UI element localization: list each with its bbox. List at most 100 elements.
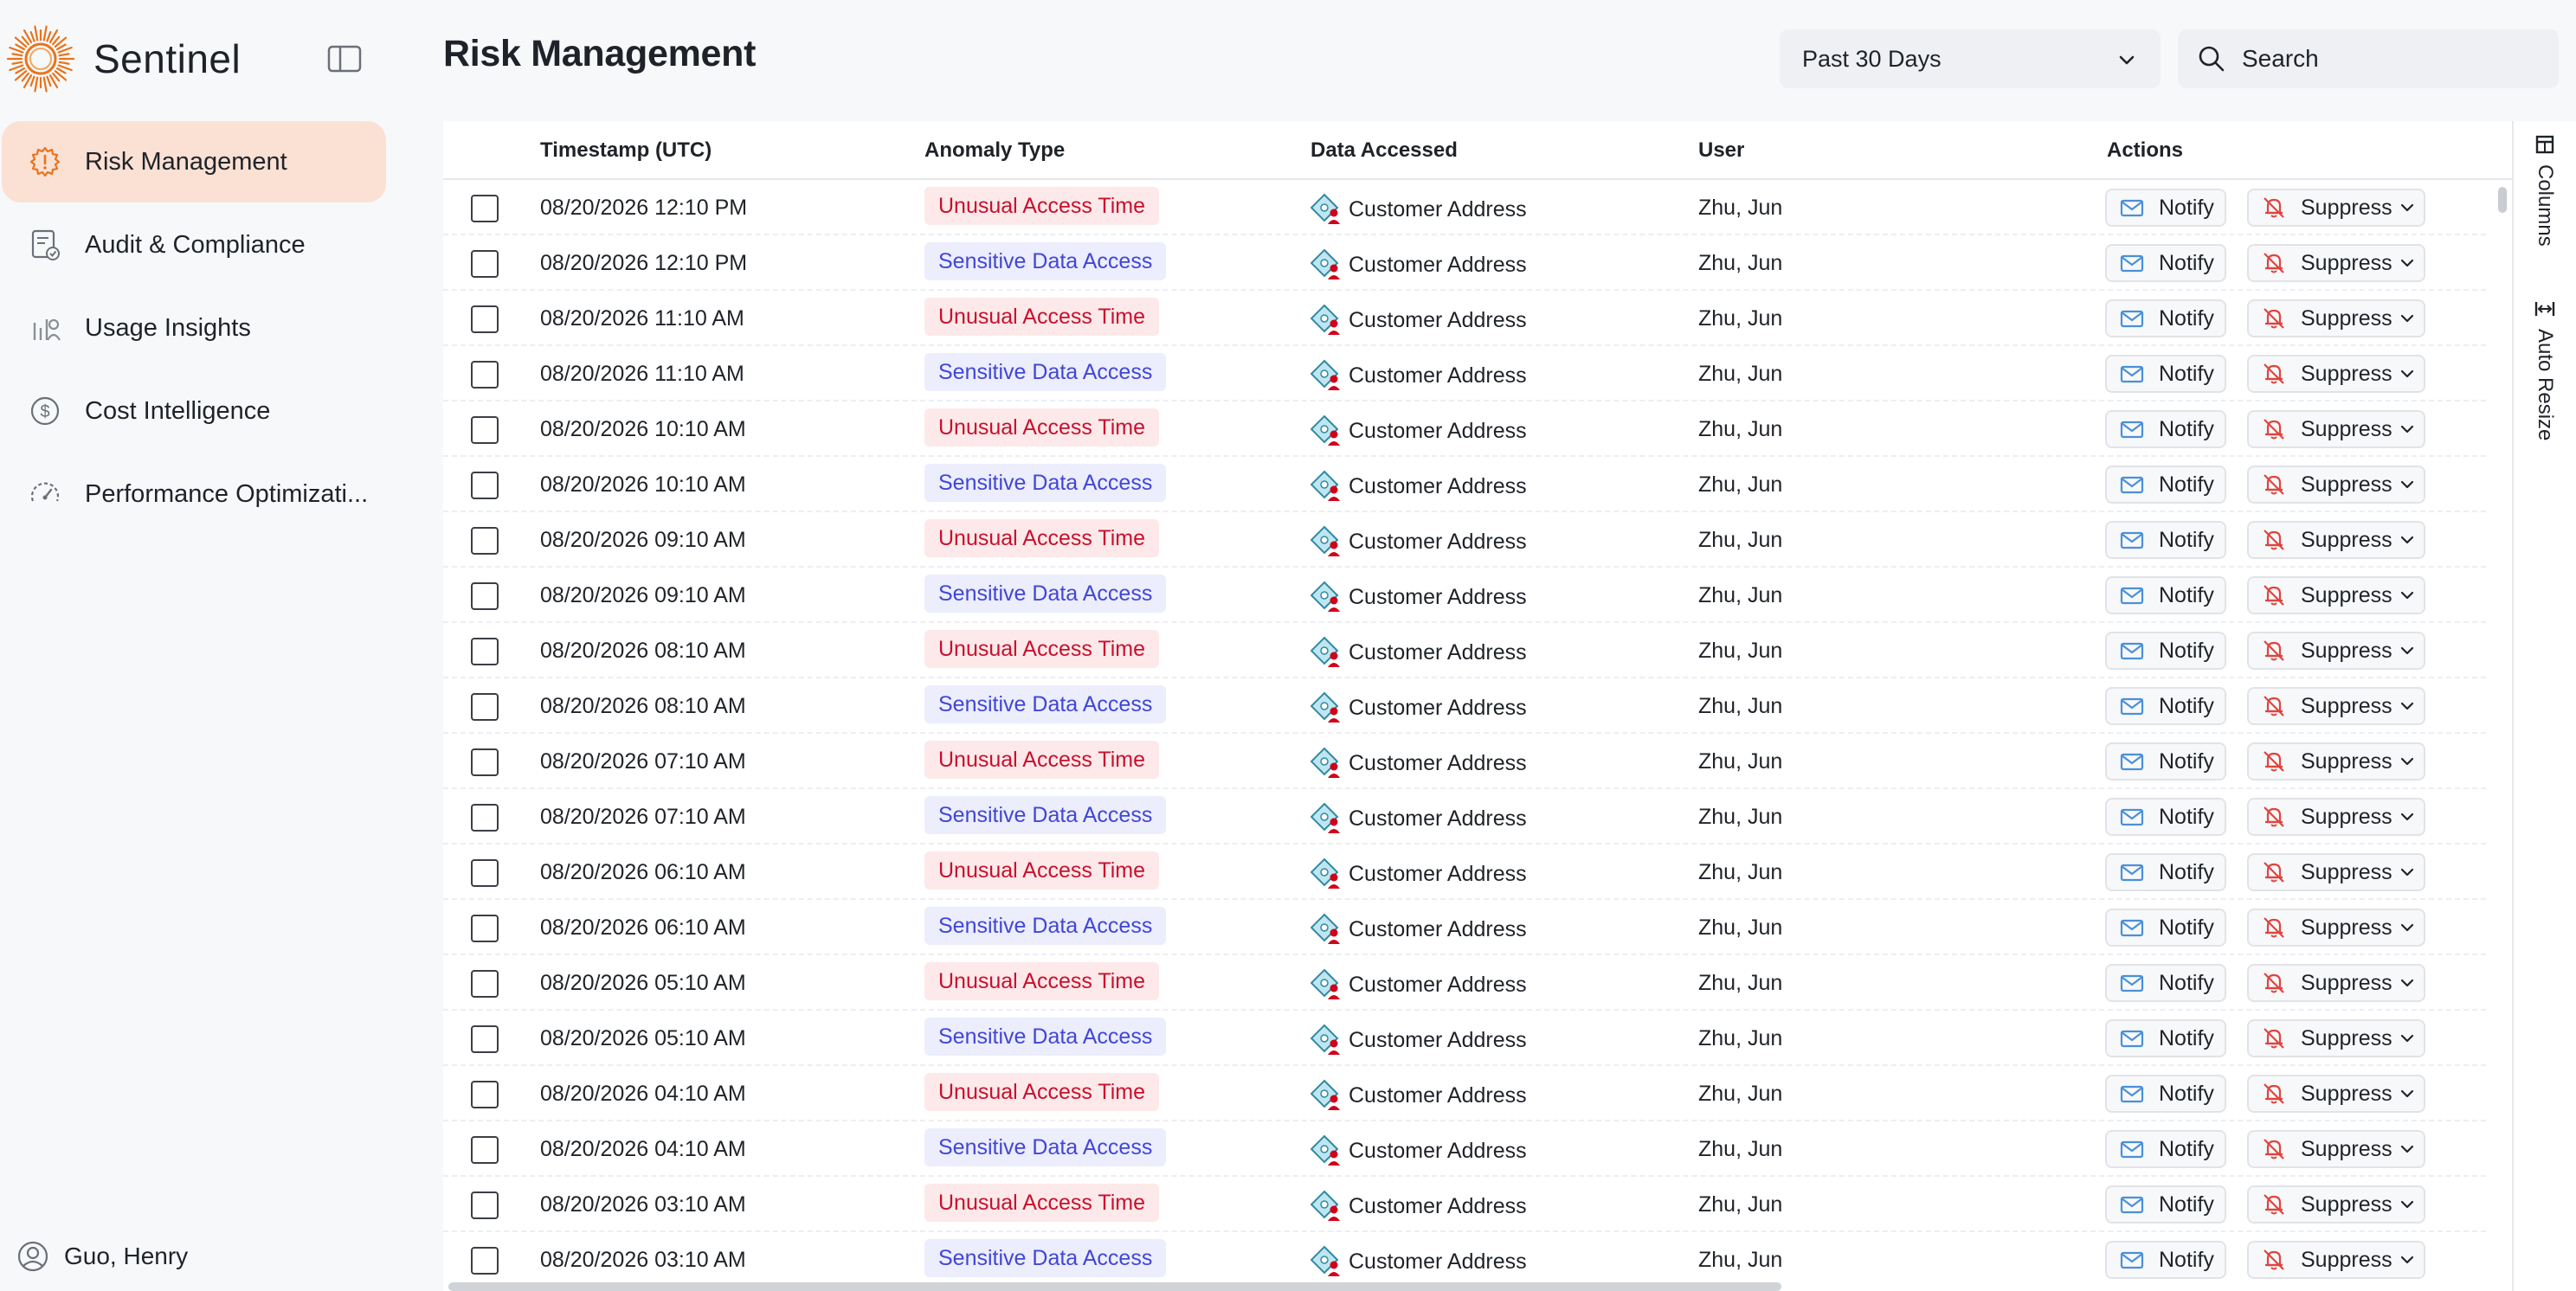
- row-checkbox[interactable]: [471, 582, 499, 610]
- notify-button[interactable]: Notify: [2105, 355, 2226, 393]
- column-header-anomaly-type[interactable]: Anomaly Type: [924, 138, 1065, 163]
- search-input[interactable]: [2242, 45, 2553, 73]
- row-checkbox[interactable]: [471, 1247, 499, 1275]
- row-checkbox[interactable]: [471, 250, 499, 278]
- row-checkbox[interactable]: [471, 1136, 499, 1164]
- notify-button[interactable]: Notify: [2105, 909, 2226, 947]
- row-checkbox[interactable]: [471, 748, 499, 776]
- suppress-dropdown-button[interactable]: Suppress: [2247, 853, 2425, 891]
- notify-button[interactable]: Notify: [2105, 798, 2226, 836]
- suppress-dropdown-button[interactable]: Suppress: [2247, 909, 2425, 947]
- column-header-timestamp[interactable]: Timestamp (UTC): [540, 138, 712, 163]
- search-box[interactable]: [2178, 29, 2559, 88]
- suppress-dropdown-button[interactable]: Suppress: [2247, 632, 2425, 670]
- row-checkbox[interactable]: [471, 1081, 499, 1108]
- column-header-user[interactable]: User: [1698, 138, 1744, 163]
- row-checkbox[interactable]: [471, 638, 499, 665]
- table-row[interactable]: 08/20/2026 03:10 AM Unusual Access Time Cu…: [443, 1177, 2486, 1232]
- table-row[interactable]: 08/20/2026 07:10 AM Unusual Access Time Cu…: [443, 734, 2486, 789]
- table-row[interactable]: 08/20/2026 10:10 AM Unusual Access Time Cu…: [443, 401, 2486, 457]
- columns-panel-tab[interactable]: Columns: [2521, 133, 2569, 247]
- suppress-dropdown-button[interactable]: Suppress: [2247, 687, 2425, 725]
- table-row[interactable]: 08/20/2026 08:10 AM Unusual Access Time Cu…: [443, 623, 2486, 678]
- sidebar-item-audit-compliance[interactable]: Audit & Compliance: [2, 204, 386, 286]
- notify-button[interactable]: Notify: [2105, 244, 2226, 282]
- table-row[interactable]: 08/20/2026 06:10 AM Unusual Access Time Cu…: [443, 845, 2486, 900]
- table-row[interactable]: 08/20/2026 12:10 PM Sensitive Data Access…: [443, 235, 2486, 291]
- sidebar-toggle-button[interactable]: [325, 42, 364, 76]
- row-checkbox[interactable]: [471, 859, 499, 887]
- notify-button[interactable]: Notify: [2105, 576, 2226, 614]
- suppress-dropdown-button[interactable]: Suppress: [2247, 798, 2425, 836]
- suppress-dropdown-button[interactable]: Suppress: [2247, 244, 2425, 282]
- notify-button[interactable]: Notify: [2105, 964, 2226, 1002]
- notify-button[interactable]: Notify: [2105, 632, 2226, 670]
- notify-button[interactable]: Notify: [2105, 299, 2226, 337]
- suppress-dropdown-button[interactable]: Suppress: [2247, 1019, 2425, 1057]
- sidebar-item-risk-management[interactable]: Risk Management: [2, 121, 386, 202]
- row-checkbox[interactable]: [471, 361, 499, 389]
- table-row[interactable]: 08/20/2026 08:10 AM Sensitive Data Access…: [443, 678, 2486, 734]
- suppress-dropdown-button[interactable]: Suppress: [2247, 355, 2425, 393]
- table-row[interactable]: 08/20/2026 03:10 AM Sensitive Data Access…: [443, 1232, 2486, 1288]
- row-checkbox[interactable]: [471, 195, 499, 222]
- sidebar-item-cost-intelligence[interactable]: $ Cost Intelligence: [2, 370, 386, 452]
- column-header-data-accessed[interactable]: Data Accessed: [1311, 138, 1458, 163]
- vertical-scrollbar[interactable]: [2498, 187, 2507, 213]
- auto-resize-tab[interactable]: Auto Resize: [2521, 298, 2569, 440]
- suppress-dropdown-button[interactable]: Suppress: [2247, 1185, 2425, 1224]
- horizontal-scrollbar[interactable]: [448, 1282, 1781, 1291]
- suppress-dropdown-button[interactable]: Suppress: [2247, 742, 2425, 780]
- notify-button[interactable]: Notify: [2105, 1130, 2226, 1168]
- row-checkbox[interactable]: [471, 527, 499, 555]
- row-checkbox[interactable]: [471, 915, 499, 942]
- table-row[interactable]: 08/20/2026 09:10 AM Unusual Access Time Cu…: [443, 512, 2486, 568]
- suppress-dropdown-button[interactable]: Suppress: [2247, 521, 2425, 559]
- sidebar-item-usage-insights[interactable]: Usage Insights: [2, 287, 386, 369]
- table-row[interactable]: 08/20/2026 04:10 AM Sensitive Data Access…: [443, 1121, 2486, 1177]
- table-row[interactable]: 08/20/2026 04:10 AM Unusual Access Time Cu…: [443, 1066, 2486, 1121]
- table-row[interactable]: 08/20/2026 05:10 AM Unusual Access Time Cu…: [443, 955, 2486, 1011]
- notify-button[interactable]: Notify: [2105, 1241, 2226, 1279]
- suppress-dropdown-button[interactable]: Suppress: [2247, 576, 2425, 614]
- row-checkbox[interactable]: [471, 416, 499, 444]
- suppress-dropdown-button[interactable]: Suppress: [2247, 1241, 2425, 1279]
- row-checkbox[interactable]: [471, 804, 499, 832]
- suppress-dropdown-button[interactable]: Suppress: [2247, 466, 2425, 504]
- row-checkbox[interactable]: [471, 693, 499, 721]
- brand[interactable]: Sentinel: [5, 21, 241, 97]
- table-row[interactable]: 08/20/2026 11:10 AM Unusual Access Time Cu…: [443, 291, 2486, 346]
- row-checkbox[interactable]: [471, 305, 499, 333]
- suppress-dropdown-button[interactable]: Suppress: [2247, 299, 2425, 337]
- suppress-dropdown-button[interactable]: Suppress: [2247, 410, 2425, 448]
- table-row[interactable]: 08/20/2026 07:10 AM Sensitive Data Access…: [443, 789, 2486, 845]
- notify-button[interactable]: Notify: [2105, 687, 2226, 725]
- notify-button[interactable]: Notify: [2105, 1185, 2226, 1224]
- user-cell: Zhu, Jun: [1698, 1137, 1783, 1161]
- notify-button[interactable]: Notify: [2105, 189, 2226, 227]
- table-row[interactable]: 08/20/2026 09:10 AM Sensitive Data Access…: [443, 568, 2486, 623]
- row-checkbox[interactable]: [471, 1025, 499, 1053]
- row-checkbox[interactable]: [471, 472, 499, 499]
- date-range-select[interactable]: Past 30 Days: [1780, 29, 2161, 88]
- suppress-dropdown-button[interactable]: Suppress: [2247, 1075, 2425, 1113]
- notify-button[interactable]: Notify: [2105, 853, 2226, 891]
- notify-button[interactable]: Notify: [2105, 521, 2226, 559]
- suppress-dropdown-button[interactable]: Suppress: [2247, 1130, 2425, 1168]
- table-row[interactable]: 08/20/2026 06:10 AM Sensitive Data Access…: [443, 900, 2486, 955]
- notify-button[interactable]: Notify: [2105, 1019, 2226, 1057]
- notify-button[interactable]: Notify: [2105, 466, 2226, 504]
- suppress-dropdown-button[interactable]: Suppress: [2247, 189, 2425, 227]
- table-row[interactable]: 08/20/2026 05:10 AM Sensitive Data Access…: [443, 1011, 2486, 1066]
- notify-button[interactable]: Notify: [2105, 742, 2226, 780]
- notify-button[interactable]: Notify: [2105, 1075, 2226, 1113]
- current-user[interactable]: Guo, Henry: [16, 1239, 188, 1274]
- row-checkbox[interactable]: [471, 1191, 499, 1219]
- table-row[interactable]: 08/20/2026 11:10 AM Sensitive Data Access…: [443, 346, 2486, 401]
- suppress-dropdown-button[interactable]: Suppress: [2247, 964, 2425, 1002]
- row-checkbox[interactable]: [471, 970, 499, 998]
- table-row[interactable]: 08/20/2026 12:10 PM Unusual Access Time Cu…: [443, 180, 2486, 235]
- table-row[interactable]: 08/20/2026 10:10 AM Sensitive Data Access…: [443, 457, 2486, 512]
- notify-button[interactable]: Notify: [2105, 410, 2226, 448]
- sidebar-item-performance-optimization[interactable]: Performance Optimizati...: [2, 453, 386, 535]
